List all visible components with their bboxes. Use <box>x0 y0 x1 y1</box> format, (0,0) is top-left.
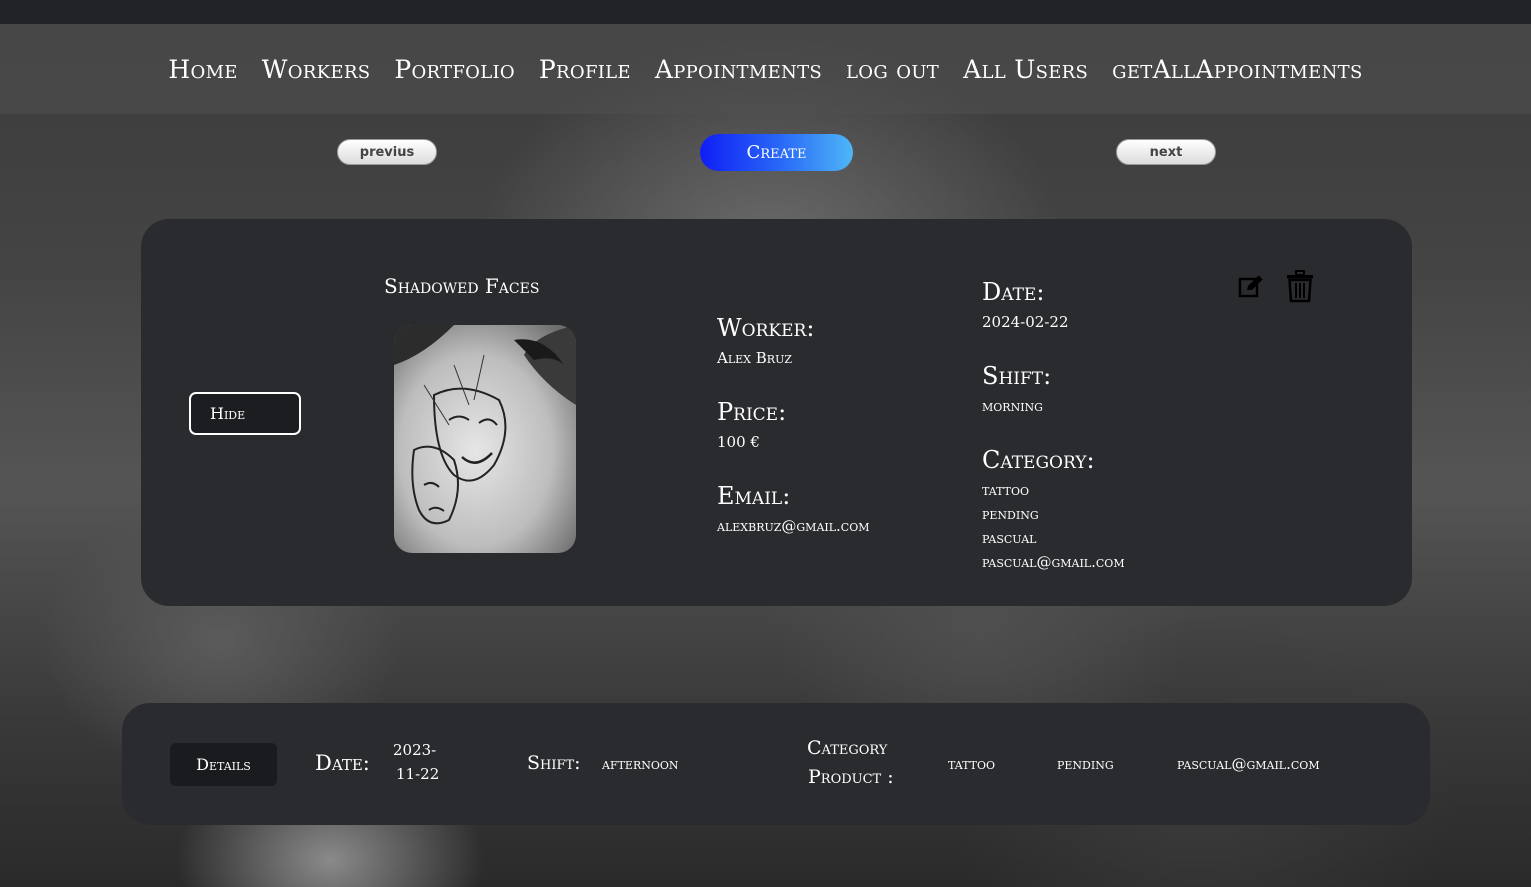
main-navbar: Home Workers Portfolio Profile Appointme… <box>0 24 1531 114</box>
row-date-label: Date: <box>315 751 370 775</box>
next-button[interactable]: next <box>1116 139 1216 165</box>
appointment-card-collapsed: Details Date: 2023- 11-22 Shift: afterno… <box>122 703 1430 825</box>
client-name-value: pascual <box>982 529 1037 547</box>
category-value: tattoo <box>982 481 1029 499</box>
worker-label: Worker: <box>717 314 815 342</box>
row-category-label-line2: Product : <box>808 766 894 788</box>
email-label: Email: <box>717 482 791 510</box>
email-value: alexbruz@gmail.com <box>717 517 870 535</box>
hide-button[interactable]: Hide <box>189 392 301 435</box>
nav-get-all-appointments[interactable]: getAllAppointments <box>1112 55 1362 84</box>
nav-logout[interactable]: log out <box>846 55 939 84</box>
tattoo-image-drawing <box>394 325 576 553</box>
row-date-value-line1: 2023- <box>393 741 437 759</box>
date-label: Date: <box>982 278 1045 306</box>
nav-appointments[interactable]: Appointments <box>655 55 822 84</box>
category-label: Category: <box>982 446 1095 474</box>
price-label: Price: <box>717 398 787 426</box>
row-email-value: pascual@gmail.com <box>1177 755 1320 773</box>
previous-button[interactable]: previus <box>337 139 437 165</box>
row-date-value-line2: 11-22 <box>396 765 440 783</box>
price-value: 100 € <box>717 433 760 451</box>
nav-portfolio[interactable]: Portfolio <box>394 55 515 84</box>
row-status-value: pending <box>1057 755 1114 773</box>
details-button[interactable]: Details <box>170 743 277 786</box>
row-shift-label: Shift: <box>527 752 581 774</box>
worker-value: Alex Bruz <box>717 349 792 367</box>
row-category-value: tattoo <box>948 755 995 773</box>
row-shift-value: afternoon <box>602 755 679 773</box>
nav-home[interactable]: Home <box>168 55 237 84</box>
shift-value: morning <box>982 397 1043 415</box>
row-category-label-line1: Category <box>807 737 888 759</box>
status-value: pending <box>982 505 1039 523</box>
tattoo-image <box>394 325 576 553</box>
client-email-value: pascual@gmail.com <box>982 553 1125 571</box>
create-button[interactable]: Create <box>700 134 853 171</box>
date-value: 2024-02-22 <box>982 313 1069 331</box>
portfolio-title: Shadowed Faces <box>384 274 540 298</box>
nav-all-users[interactable]: All Users <box>963 55 1088 84</box>
shift-label: Shift: <box>982 362 1052 390</box>
trash-icon[interactable] <box>1286 270 1314 307</box>
edit-icon[interactable] <box>1238 274 1264 304</box>
nav-workers[interactable]: Workers <box>262 55 371 84</box>
top-strip <box>0 0 1531 24</box>
nav-profile[interactable]: Profile <box>539 55 631 84</box>
appointment-card-expanded: Hide Shadowed Faces Worker: Alex Bruz Pr… <box>141 219 1412 606</box>
